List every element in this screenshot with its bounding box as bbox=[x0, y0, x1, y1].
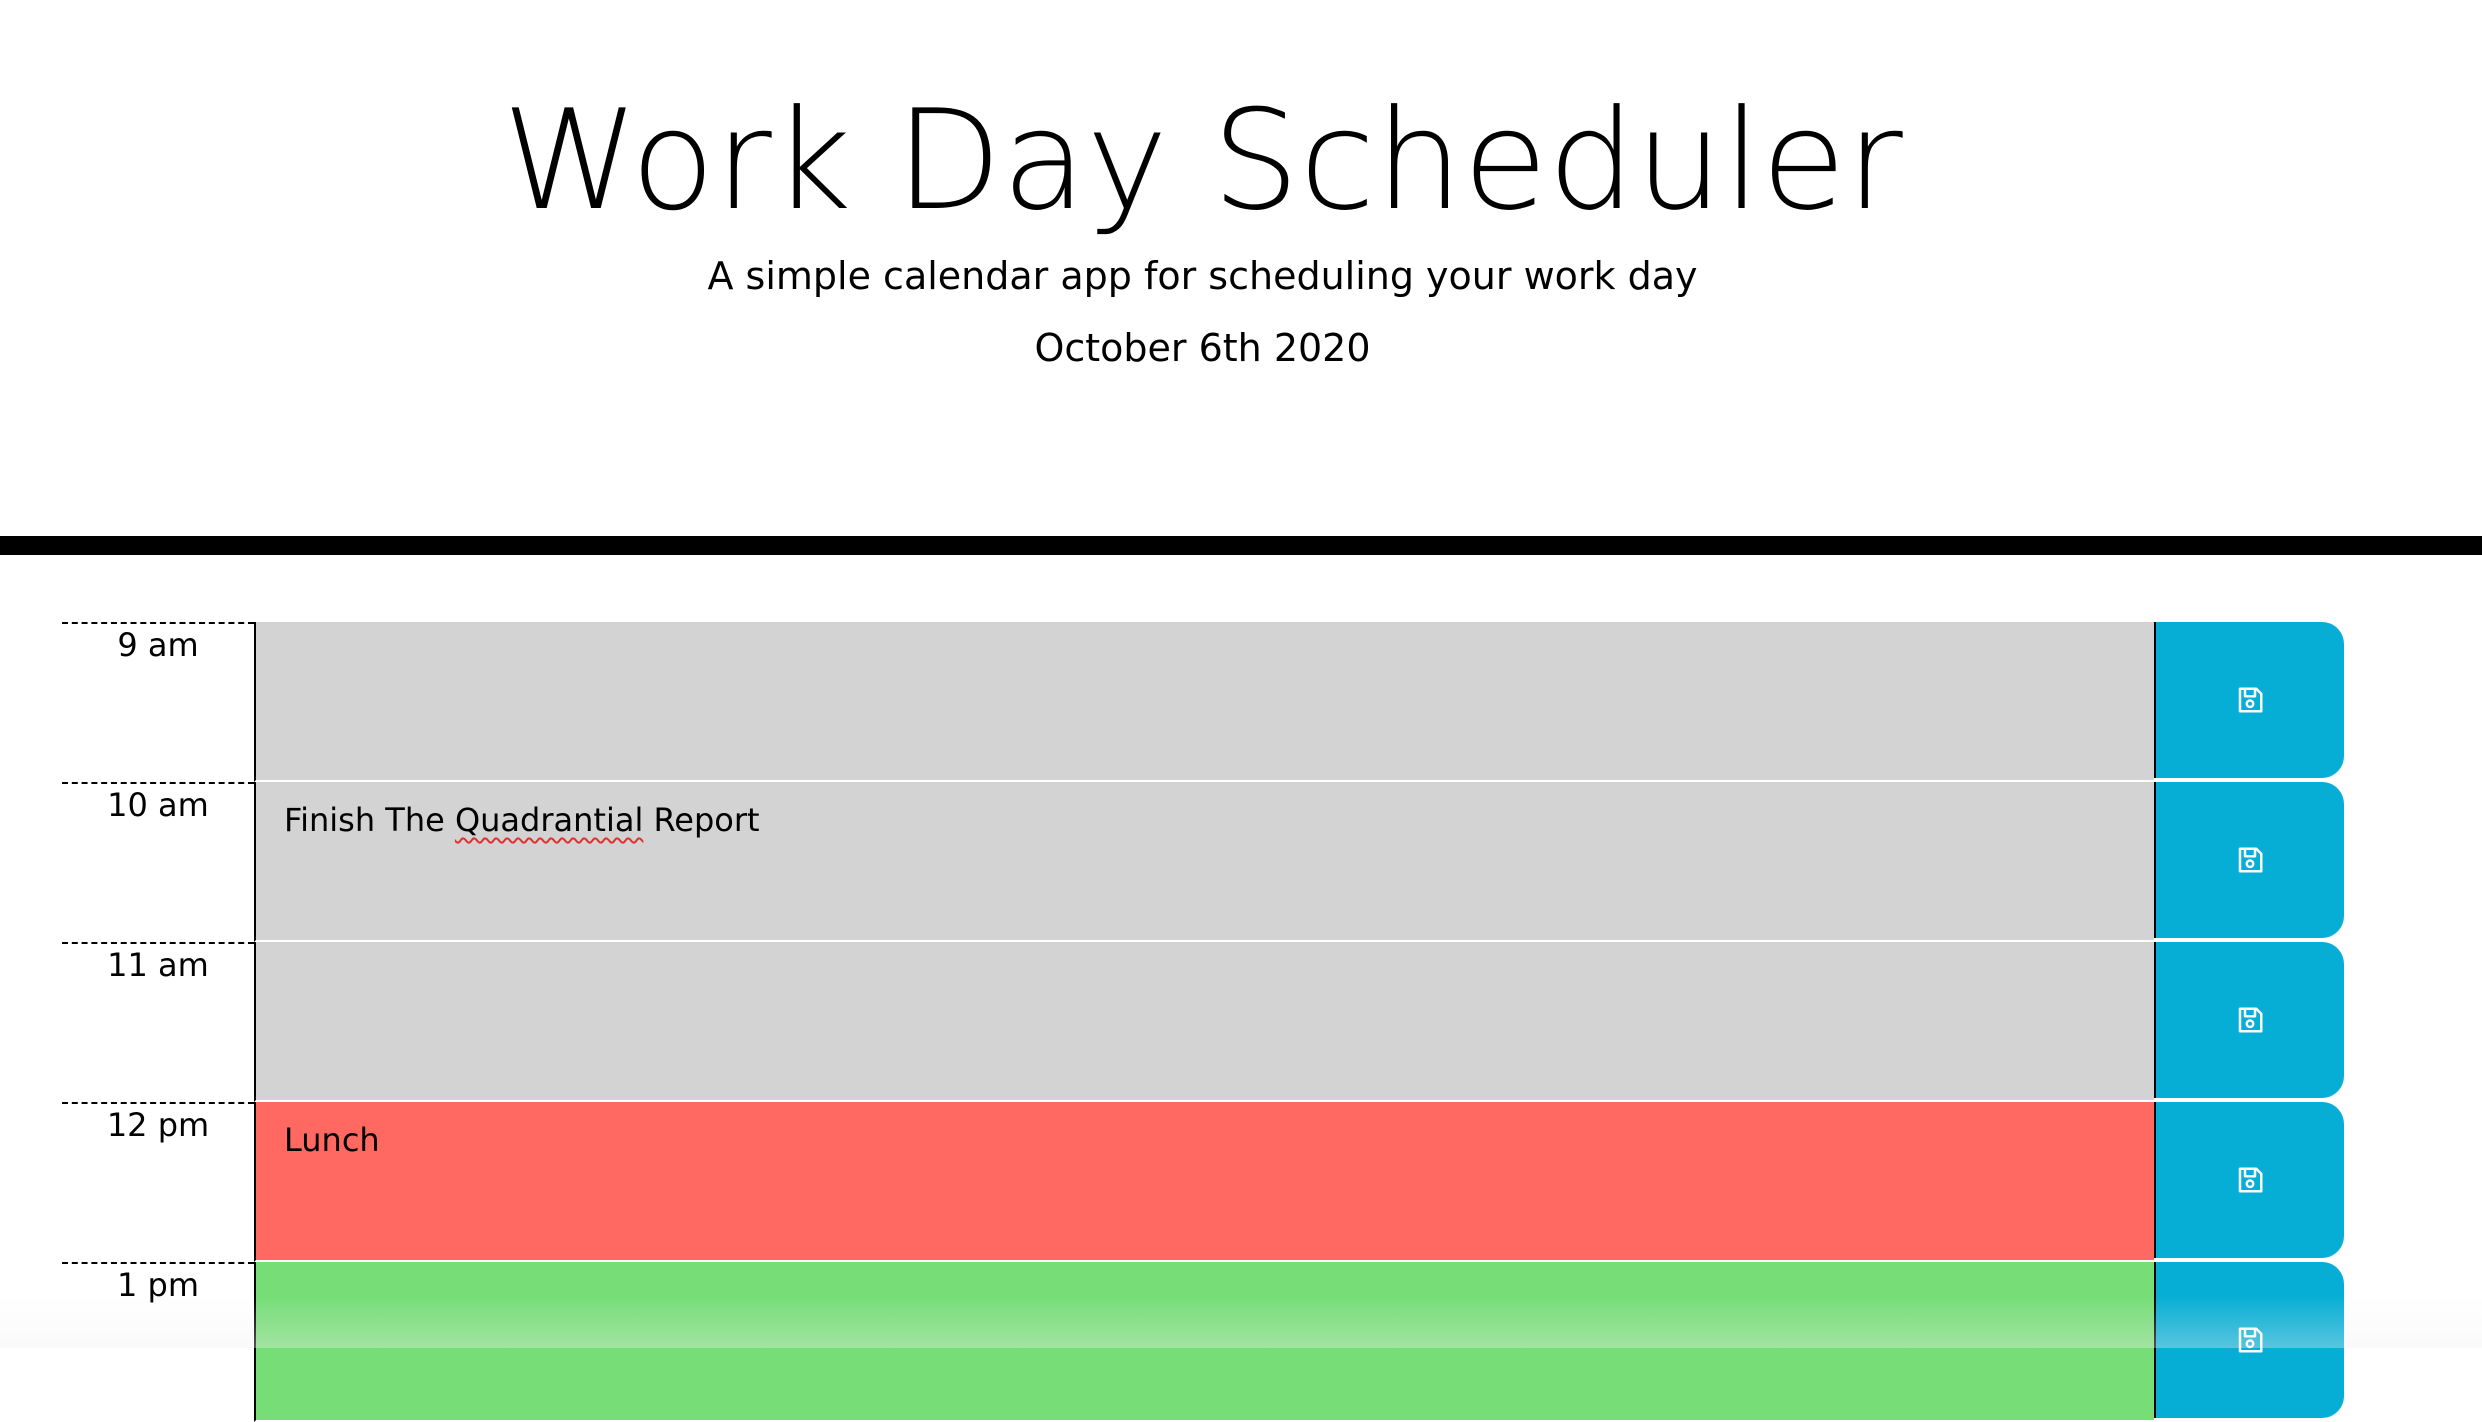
page-subtitle: A simple calendar app for scheduling you… bbox=[707, 254, 1698, 298]
event-textarea[interactable] bbox=[254, 942, 2154, 1102]
time-block-9am: 9 am bbox=[62, 622, 2344, 782]
save-button[interactable] bbox=[2154, 622, 2344, 778]
schedule-container: 9 am 10 am Finish The Quadrantial Report… bbox=[62, 622, 2344, 1422]
save-icon bbox=[2238, 1327, 2263, 1353]
save-button[interactable] bbox=[2154, 1262, 2344, 1418]
event-textarea[interactable] bbox=[254, 622, 2154, 782]
hour-label: 9 am bbox=[62, 622, 254, 782]
hour-label: 10 am bbox=[62, 782, 254, 942]
time-block-10am: 10 am Finish The Quadrantial Report bbox=[62, 782, 2344, 942]
save-icon bbox=[2238, 687, 2263, 713]
time-block-11am: 11 am bbox=[62, 942, 2344, 1102]
current-date: October 6th 2020 bbox=[1034, 326, 1371, 370]
event-textarea[interactable]: Lunch bbox=[254, 1102, 2154, 1262]
event-text: Report bbox=[643, 801, 760, 839]
header: Work Day Scheduler A simple calendar app… bbox=[0, 0, 2482, 555]
event-textarea[interactable]: Finish The Quadrantial Report bbox=[254, 782, 2154, 942]
time-block-1pm: 1 pm bbox=[62, 1262, 2344, 1422]
save-button[interactable] bbox=[2154, 942, 2344, 1098]
save-button[interactable] bbox=[2154, 782, 2344, 938]
misspelled-word: Quadrantial bbox=[454, 801, 644, 839]
time-block-12pm: 12 pm Lunch bbox=[62, 1102, 2344, 1262]
save-icon bbox=[2238, 1007, 2263, 1033]
save-button[interactable] bbox=[2154, 1102, 2344, 1258]
save-icon bbox=[2238, 847, 2263, 873]
event-textarea[interactable] bbox=[254, 1262, 2154, 1422]
event-text: Finish The bbox=[284, 801, 455, 839]
hour-label: 12 pm bbox=[62, 1102, 254, 1262]
hour-label: 1 pm bbox=[62, 1262, 254, 1422]
hour-label: 11 am bbox=[62, 942, 254, 1102]
page-title: Work Day Scheduler bbox=[502, 80, 1903, 241]
save-icon bbox=[2238, 1167, 2263, 1193]
